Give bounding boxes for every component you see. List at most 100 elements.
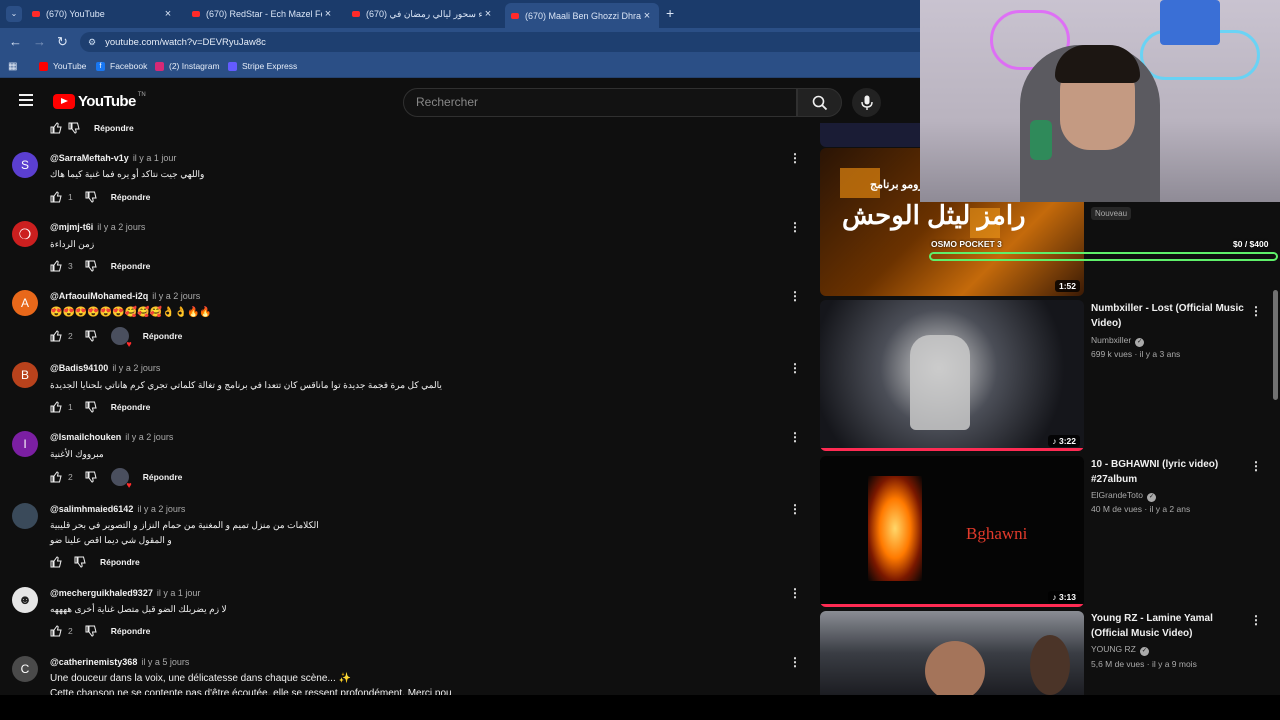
- more-actions-icon[interactable]: ⋮: [1250, 304, 1262, 318]
- search-button[interactable]: [797, 88, 842, 117]
- thumbs-down-icon[interactable]: [85, 260, 97, 272]
- more-actions-icon[interactable]: ⋮: [789, 502, 801, 516]
- channel-name[interactable]: YOUNG RZ ✓: [1091, 644, 1149, 656]
- thumbs-up-icon[interactable]: [50, 260, 62, 272]
- video-thumbnail[interactable]: Bghawni ♪ 3:13: [820, 456, 1084, 607]
- youtube-logo[interactable]: YouTube TN: [53, 92, 146, 110]
- thumbs-down-icon[interactable]: [68, 122, 80, 134]
- close-tab-icon[interactable]: ×: [322, 8, 334, 20]
- bookmark-instagram[interactable]: (2) Instagram: [155, 61, 220, 71]
- comment-author[interactable]: @mjmj-t6i il y a 2 jours: [50, 222, 145, 232]
- like-count: 3: [68, 261, 73, 271]
- avatar[interactable]: [12, 503, 38, 529]
- new-tab-icon[interactable]: +: [666, 5, 674, 21]
- comment-author[interactable]: @mecherguikhaled9327 il y a 1 jour: [50, 588, 200, 598]
- avatar[interactable]: ☻: [12, 587, 38, 613]
- search-input[interactable]: Rechercher: [403, 88, 797, 117]
- thumbs-down-icon[interactable]: [74, 556, 86, 568]
- bookmark-youtube[interactable]: YouTube: [39, 61, 86, 71]
- comment-actions: 1 Répondre: [50, 189, 150, 205]
- comment-author[interactable]: @ArfaouiMohamed-i2q il y a 2 jours: [50, 291, 200, 301]
- comment-author[interactable]: @salimhmaied6142 il y a 2 jours: [50, 504, 185, 514]
- more-actions-icon[interactable]: ⋮: [789, 430, 801, 444]
- thumbs-up-icon[interactable]: [50, 625, 62, 637]
- video-thumbnail[interactable]: ♪ 3:22: [820, 300, 1084, 451]
- comment-time[interactable]: il y a 2 jours: [97, 222, 145, 232]
- comment-time[interactable]: il y a 2 jours: [152, 291, 200, 301]
- close-tab-icon[interactable]: ×: [641, 10, 653, 22]
- bookmark-stripe[interactable]: Stripe Express: [228, 61, 297, 71]
- more-actions-icon[interactable]: ⋮: [789, 586, 801, 600]
- video-thumbnail[interactable]: [820, 611, 1084, 695]
- comment-time[interactable]: il y a 2 jours: [125, 432, 173, 442]
- comment-author[interactable]: @catherinemisty368 il y a 5 jours: [50, 657, 189, 667]
- video-title[interactable]: Numbxiller - Lost (Official Music Video): [1091, 301, 1251, 331]
- stream-goal-progress-bar: [929, 252, 1278, 261]
- comment-time[interactable]: il y a 1 jour: [133, 153, 177, 163]
- avatar[interactable]: B: [12, 362, 38, 388]
- forward-arrow-icon[interactable]: →: [33, 34, 46, 49]
- thumbs-up-icon[interactable]: [50, 122, 62, 134]
- avatar[interactable]: S: [12, 152, 38, 178]
- reload-icon[interactable]: ↻: [57, 34, 68, 50]
- video-title[interactable]: Young RZ - Lamine Yamal (Official Music …: [1091, 611, 1251, 641]
- comment-time[interactable]: il y a 1 jour: [157, 588, 201, 598]
- voice-search-button[interactable]: [852, 88, 881, 117]
- browser-tab[interactable]: (670) أجواء سحور ليالي رمضان في ×: [346, 4, 500, 24]
- avatar[interactable]: A: [12, 290, 38, 316]
- thumbs-down-icon[interactable]: [85, 471, 97, 483]
- avatar[interactable]: C: [12, 656, 38, 682]
- url-input[interactable]: ⚙ youtube.com/watch?v=DEVRyuJaw8c: [80, 32, 940, 52]
- reply-button[interactable]: Répondre: [111, 192, 151, 202]
- comment-text: يالمي كل مرة فجمة جديدة توا ماناقس كان ت…: [50, 380, 442, 390]
- close-tab-icon[interactable]: ×: [482, 8, 494, 20]
- back-arrow-icon[interactable]: ←: [9, 34, 22, 49]
- reply-button[interactable]: Répondre: [111, 402, 151, 412]
- avatar[interactable]: ❍: [12, 221, 38, 247]
- channel-name[interactable]: ElGrandeToto ✓: [1091, 490, 1156, 502]
- thumbs-up-icon[interactable]: [50, 556, 62, 568]
- more-actions-icon[interactable]: ⋮: [789, 220, 801, 234]
- comment-time[interactable]: il y a 2 jours: [137, 504, 185, 514]
- comment-author[interactable]: @Ismailchouken il y a 2 jours: [50, 432, 173, 442]
- video-title[interactable]: 10 - BGHAWNI (lyric video) #27album: [1091, 457, 1251, 487]
- thumbs-up-icon[interactable]: [50, 471, 62, 483]
- youtube-favicon-icon: [32, 11, 40, 17]
- browser-tab[interactable]: (670) RedStar - Ech Mazel Feat ×: [186, 4, 340, 24]
- reply-button[interactable]: Répondre: [94, 123, 134, 133]
- apps-grid-icon[interactable]: ▦: [8, 61, 17, 72]
- more-actions-icon[interactable]: ⋮: [1250, 613, 1262, 627]
- tab-search-icon[interactable]: ⌄: [6, 6, 22, 22]
- close-tab-icon[interactable]: ×: [162, 8, 174, 20]
- browser-tab[interactable]: (670) YouTube ×: [26, 4, 180, 24]
- site-info-icon[interactable]: ⚙: [88, 37, 96, 48]
- reply-button[interactable]: Répondre: [111, 626, 151, 636]
- thumbs-up-icon[interactable]: [50, 401, 62, 413]
- thumbs-down-icon[interactable]: [85, 191, 97, 203]
- avatar[interactable]: I: [12, 431, 38, 457]
- browser-tab-active[interactable]: (670) Maali Ben Ghozzi Dhrab... ×: [505, 3, 659, 28]
- more-actions-icon[interactable]: ⋮: [789, 361, 801, 375]
- comment-time[interactable]: il y a 5 jours: [141, 657, 189, 667]
- thumbs-down-icon[interactable]: [85, 625, 97, 637]
- more-actions-icon[interactable]: ⋮: [789, 655, 801, 669]
- more-actions-icon[interactable]: ⋮: [789, 151, 801, 165]
- reply-button[interactable]: Répondre: [111, 261, 151, 271]
- reply-button[interactable]: Répondre: [100, 557, 140, 567]
- thumbs-down-icon[interactable]: [85, 401, 97, 413]
- comment-time[interactable]: il y a 2 jours: [112, 363, 160, 373]
- thumbs-up-icon[interactable]: [50, 330, 62, 342]
- thumbs-down-icon[interactable]: [85, 330, 97, 342]
- scrollbar[interactable]: [1273, 290, 1278, 400]
- comment-author[interactable]: @SarraMeftah-v1y il y a 1 jour: [50, 153, 176, 163]
- channel-name[interactable]: Numbxiller ✓: [1091, 335, 1145, 347]
- reply-button[interactable]: Répondre: [143, 331, 183, 341]
- video-meta: 40 M de vues · il y a 2 ans: [1091, 504, 1191, 514]
- more-actions-icon[interactable]: ⋮: [789, 289, 801, 303]
- bookmark-facebook[interactable]: f Facebook: [96, 61, 147, 71]
- comment-author[interactable]: @Badis94100 il y a 2 jours: [50, 363, 160, 373]
- reply-button[interactable]: Répondre: [143, 472, 183, 482]
- thumbs-up-icon[interactable]: [50, 191, 62, 203]
- menu-icon[interactable]: [19, 94, 33, 106]
- more-actions-icon[interactable]: ⋮: [1250, 459, 1262, 473]
